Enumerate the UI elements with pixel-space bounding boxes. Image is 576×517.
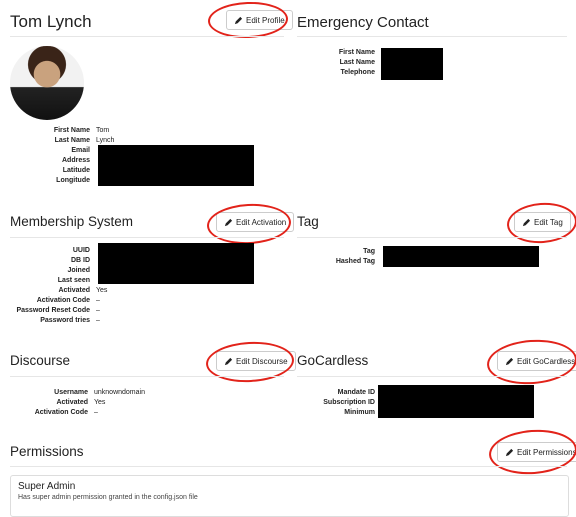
divider — [10, 36, 284, 37]
emergency-details: First Name Last Name Telephone — [338, 49, 375, 76]
edit-activation-button[interactable]: Edit Activation — [216, 212, 295, 232]
profile-name: Tom Lynch — [10, 12, 92, 31]
edit-permissions-button[interactable]: Edit Permissions — [497, 442, 576, 462]
permissions-title: Permissions — [10, 444, 84, 459]
pencil-icon — [505, 448, 514, 456]
edit-gocardless-button[interactable]: Edit GoCardless — [497, 351, 576, 371]
gocardless-title: GoCardless — [297, 353, 369, 368]
emergency-title: Emergency Contact — [297, 14, 429, 31]
pencil-icon — [234, 16, 243, 24]
redaction-block — [381, 48, 443, 80]
tag-details: Tag Hashed Tag — [335, 248, 375, 265]
discourse-details: Username unknowndomain Activated Yes Activ… — [34, 389, 145, 416]
divider — [10, 376, 284, 377]
divider — [10, 466, 567, 467]
membership-title: Membership System — [10, 214, 134, 229]
tag-title: Tag — [297, 214, 319, 229]
redaction-block — [378, 385, 534, 418]
divider — [297, 237, 567, 238]
divider — [297, 36, 567, 37]
gocardless-details: Mandate ID Subscription ID Minimum — [323, 389, 375, 416]
edit-discourse-button[interactable]: Edit Discourse — [216, 351, 296, 371]
divider — [297, 376, 567, 377]
redaction-block — [383, 246, 539, 267]
permission-card: Super Admin Has super admin permission g… — [10, 475, 569, 517]
discourse-title: Discourse — [10, 353, 71, 368]
avatar — [10, 46, 84, 120]
pencil-icon — [224, 357, 233, 365]
edit-profile-button[interactable]: Edit Profile — [226, 10, 293, 30]
membership-details: UUID DB ID Joined Last seen Activated Yes… — [16, 247, 108, 324]
edit-tag-button[interactable]: Edit Tag — [514, 212, 571, 232]
permission-card-title: Super Admin — [18, 481, 76, 492]
divider — [10, 237, 284, 238]
pencil-icon — [522, 218, 531, 226]
redaction-block — [98, 145, 254, 186]
pencil-icon — [505, 357, 514, 365]
redaction-block — [98, 243, 254, 284]
pencil-icon — [224, 218, 233, 226]
